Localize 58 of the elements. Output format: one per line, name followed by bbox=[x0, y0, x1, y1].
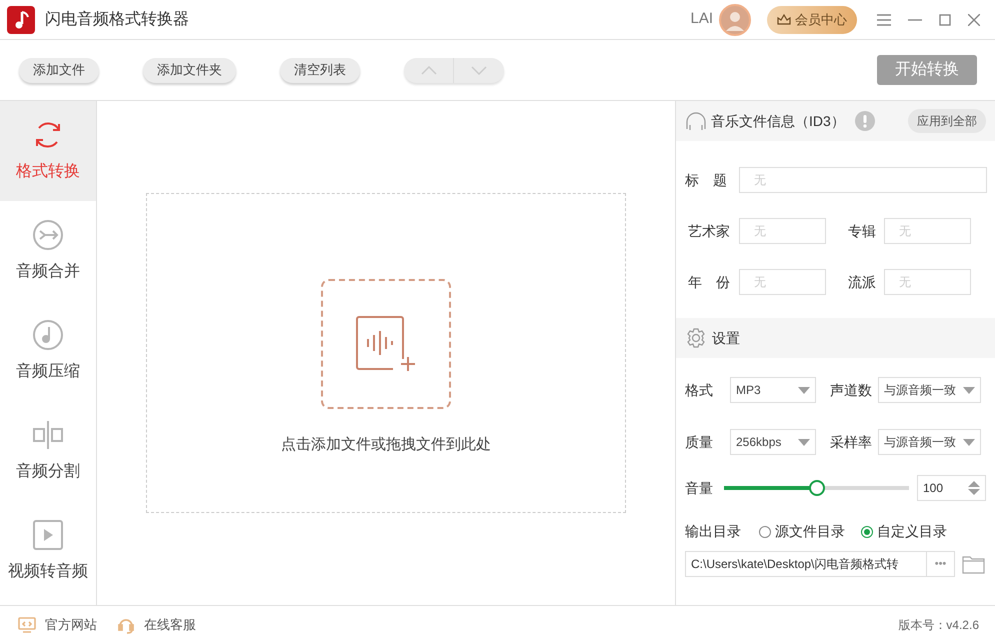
close-icon[interactable] bbox=[968, 14, 980, 26]
field-label: 流派 bbox=[847, 272, 877, 292]
toolbar-button[interactable]: 添加文件夹 bbox=[143, 58, 236, 82]
app-logo-icon bbox=[7, 6, 35, 34]
volume-label: 音量 bbox=[685, 478, 714, 498]
dropdown[interactable]: MP3 bbox=[730, 377, 816, 403]
field-label: 艺术家 bbox=[687, 222, 731, 240]
drop-hint: 点击添加文件或拖拽文件到此处 bbox=[281, 435, 491, 456]
warning-icon[interactable] bbox=[854, 111, 875, 131]
chevron-up-icon bbox=[420, 66, 436, 74]
dropdown-caret-icon bbox=[798, 386, 810, 394]
toolbar-button[interactable]: 添加文件 bbox=[19, 58, 99, 82]
split-icon bbox=[31, 418, 65, 452]
folder-icon[interactable] bbox=[962, 554, 985, 574]
footer-link[interactable]: 官方网站 bbox=[18, 614, 97, 634]
add-audio-icon bbox=[355, 315, 417, 374]
toolbar-button[interactable]: 清空列表 bbox=[280, 58, 360, 82]
settings-icon bbox=[685, 327, 707, 349]
dropdown[interactable]: 与源音频一致 bbox=[878, 377, 981, 403]
window-title: 闪电音频格式转换器 bbox=[45, 10, 189, 30]
merge-icon bbox=[31, 218, 65, 252]
dropdown-caret-icon bbox=[963, 438, 975, 446]
field-label: 标 题 bbox=[684, 170, 728, 190]
id3-title: 音乐文件信息（ID3） bbox=[711, 112, 845, 130]
maximize-icon[interactable] bbox=[939, 14, 951, 26]
radio-option[interactable]: 源文件目录 bbox=[759, 521, 845, 542]
vip-center-button[interactable]: 会员中心 bbox=[767, 6, 857, 34]
version-text: 版本号：v4.2.6 bbox=[898, 616, 979, 634]
setting-label: 质量 bbox=[685, 432, 714, 452]
apply-all-button[interactable]: 应用到全部 bbox=[908, 109, 986, 133]
settings-title: 设置 bbox=[712, 328, 740, 348]
music-note-icon bbox=[31, 318, 65, 352]
headphones-icon bbox=[685, 111, 707, 131]
footer-link[interactable]: 在线客服 bbox=[117, 614, 196, 634]
field-label: 年 份 bbox=[687, 272, 731, 292]
radio-option[interactable]: 自定义目录 bbox=[861, 521, 947, 542]
dropdown[interactable]: 256kbps bbox=[730, 429, 816, 455]
dropdown-caret-icon bbox=[963, 386, 975, 394]
monitor-icon bbox=[18, 616, 36, 632]
sidebar-item[interactable]: 格式转换 bbox=[0, 101, 96, 201]
slider-thumb[interactable] bbox=[808, 480, 824, 496]
setting-label: 声道数 bbox=[829, 380, 873, 400]
menu-icon[interactable] bbox=[877, 14, 891, 26]
avatar-icon[interactable] bbox=[719, 4, 751, 36]
dropdown-caret-icon bbox=[798, 438, 810, 446]
setting-label: 采样率 bbox=[829, 432, 873, 452]
dropdown[interactable]: 与源音频一致 bbox=[878, 429, 981, 455]
stepper-icon[interactable] bbox=[968, 480, 980, 496]
crown-icon bbox=[777, 13, 791, 26]
play-icon bbox=[31, 518, 65, 552]
output-label: 输出目录 bbox=[685, 522, 741, 541]
user-name: LAI bbox=[690, 9, 713, 30]
output-path-field[interactable]: C:\Users\kate\Desktop\闪电音频格式转 bbox=[685, 551, 927, 577]
field-label: 专辑 bbox=[847, 222, 877, 240]
setting-label: 格式 bbox=[685, 380, 714, 400]
drop-zone[interactable]: 点击添加文件或拖拽文件到此处 bbox=[146, 193, 626, 513]
slider-track[interactable] bbox=[724, 486, 909, 490]
chevron-down-icon bbox=[471, 66, 487, 74]
